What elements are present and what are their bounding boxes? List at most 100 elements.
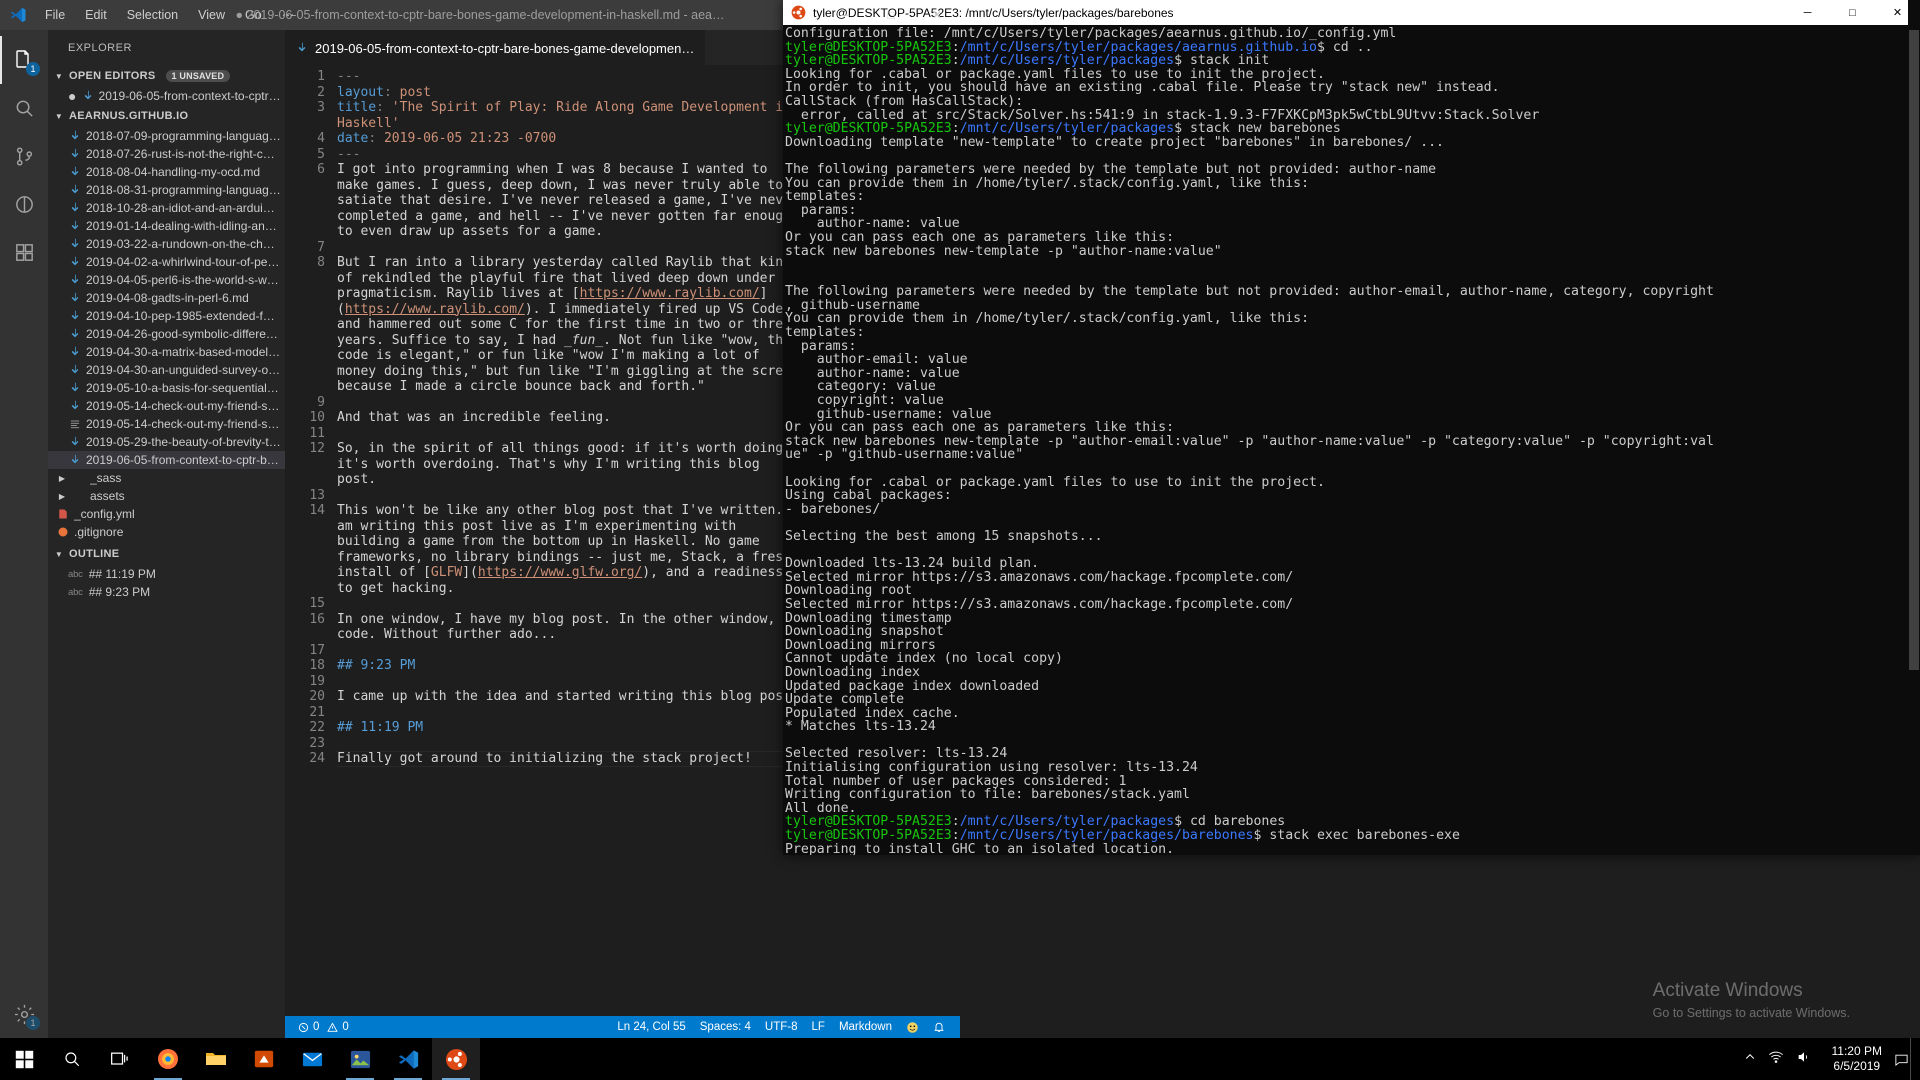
ubuntu-icon[interactable] xyxy=(432,1038,480,1080)
open-editors-header[interactable]: ▼ OPEN EDITORS 1 UNSAVED xyxy=(48,65,285,87)
terminal-line: templates: xyxy=(785,189,865,205)
status-eol[interactable]: LF xyxy=(805,1016,832,1038)
file-tree-row[interactable]: ▶ assets xyxy=(48,487,285,505)
taskbar-clock[interactable]: 11:20 PM 6/5/2019 xyxy=(1822,1038,1892,1080)
open-editor-item[interactable]: ● 2019-06-05-from-context-to-cptr-bare-… xyxy=(48,87,285,105)
file-tree-row[interactable]: 2019-03-22-a-rundown-on-the-charm-typ… xyxy=(48,235,285,253)
activity-explorer-icon[interactable]: 1 xyxy=(0,36,48,84)
folder-header[interactable]: ▼ AEARNUS.GITHUB.IO xyxy=(48,105,285,127)
file-tree-row[interactable]: 2019-05-14-check-out-my-friend-s-blog.md xyxy=(48,397,285,415)
file-tree-row[interactable]: 2019-04-26-good-symbolic-differentiation… xyxy=(48,325,285,343)
windows-start-icon[interactable] xyxy=(0,1038,48,1080)
mail-icon[interactable] xyxy=(288,1038,336,1080)
file-tree-row[interactable]: 2018-10-28-an-idiot-and-an-arduino.md xyxy=(48,199,285,217)
file-tree-row[interactable]: ▶ _sass xyxy=(48,469,285,487)
menu-file[interactable]: File xyxy=(35,0,75,30)
file-tree-row[interactable]: 2019-06-05-from-context-to-cptr-bare-bo… xyxy=(48,451,285,469)
line-number: 10 xyxy=(309,410,325,425)
vscode-minimize-button[interactable]: ─ xyxy=(822,0,868,30)
terminal-window[interactable]: tyler@DESKTOP-5PA52E3: /mnt/c/Users/tyle… xyxy=(783,0,1920,855)
taskbar-search-icon[interactable] xyxy=(48,1038,96,1080)
task-view-icon[interactable] xyxy=(96,1038,144,1080)
status-feedback-smiley-icon[interactable] xyxy=(899,1021,926,1034)
photos-icon[interactable] xyxy=(336,1038,384,1080)
vscode-menu-bar[interactable]: File Edit Selection View Go ⋯ xyxy=(35,0,304,30)
file-tree-row[interactable]: 2018-07-09-programming-language-divers… xyxy=(48,127,285,145)
file-tree-row[interactable]: 2019-04-10-pep-1985-extended-future-be… xyxy=(48,307,285,325)
line-number: 21 xyxy=(309,704,325,720)
menu-edit[interactable]: Edit xyxy=(75,0,117,30)
file-tree-row[interactable]: .gitignore xyxy=(48,523,285,541)
status-cursor-position[interactable]: Ln 24, Col 55 xyxy=(610,1016,692,1038)
status-encoding[interactable]: UTF-8 xyxy=(758,1016,805,1038)
file-tree-label: 2019-04-10-pep-1985-extended-future-be… xyxy=(86,309,281,323)
terminal-line: The following parameters were needed by … xyxy=(785,284,1714,300)
terminal-maximize-button[interactable]: □ xyxy=(1830,0,1875,25)
file-tree-row[interactable]: 2019-05-29-the-beauty-of-brevity-tiny-co… xyxy=(48,433,285,451)
yaml-icon xyxy=(56,507,70,521)
menu-go[interactable]: Go xyxy=(235,0,272,30)
editor-tab-active[interactable]: 2019-06-05-from-context-to-cptr-bare-bon… xyxy=(285,30,705,65)
file-tree-row[interactable]: 2019-04-08-gadts-in-perl-6.md xyxy=(48,289,285,307)
vscode-close-button[interactable]: ✕ xyxy=(914,0,960,30)
outline-row[interactable]: abc ## 9:23 PM xyxy=(48,583,285,601)
firefox-icon[interactable] xyxy=(144,1038,192,1080)
activity-source-control-icon[interactable] xyxy=(0,132,48,180)
file-tree-row[interactable]: 2019-04-05-perl6-is-the-world-s-worst-ml… xyxy=(48,271,285,289)
terminal-line: Looking for .cabal or package.yaml files… xyxy=(785,66,1325,82)
terminal-scrollbar-thumb[interactable] xyxy=(1909,30,1919,670)
terminal-line: Downloaded lts-13.24 build plan. xyxy=(785,556,1040,572)
file-tree-row[interactable]: 2019-04-02-a-whirlwind-tour-of-perl6-s-b… xyxy=(48,253,285,271)
unsaved-badge: 1 UNSAVED xyxy=(165,70,231,82)
show-hidden-icons-chevron-up-icon[interactable] xyxy=(1744,1050,1756,1068)
terminal-output[interactable]: Configuration file: /mnt/c/Users/tyler/p… xyxy=(783,25,1920,855)
file-tree-row[interactable]: _config.yml xyxy=(48,505,285,523)
status-notifications-bell-icon[interactable] xyxy=(926,1021,952,1033)
terminal-minimize-button[interactable]: ─ xyxy=(1785,0,1830,25)
outline-row[interactable]: abc ## 11:19 PM xyxy=(48,565,285,583)
terminal-line: Downloading timestamp xyxy=(785,610,952,626)
vscode-icon[interactable] xyxy=(384,1038,432,1080)
vscode-window-controls[interactable]: ─ □ ✕ xyxy=(822,0,960,30)
activity-debug-icon[interactable] xyxy=(0,180,48,228)
status-problems[interactable]: 0 0 xyxy=(291,1016,356,1038)
explorer-title: EXPLORER xyxy=(68,41,132,54)
line-number: 3 xyxy=(317,100,325,115)
microsoft-store-icon[interactable] xyxy=(240,1038,288,1080)
open-editors-label: OPEN EDITORS xyxy=(69,70,156,82)
volume-icon[interactable] xyxy=(1796,1049,1812,1070)
status-language-mode[interactable]: Markdown xyxy=(832,1016,899,1038)
outline-header[interactable]: ▼ OUTLINE xyxy=(48,543,285,565)
activity-extensions-icon[interactable] xyxy=(0,228,48,276)
terminal-line: Writing configuration to file: barebones… xyxy=(785,787,1190,803)
activity-search-icon[interactable] xyxy=(0,84,48,132)
file-explorer-icon[interactable] xyxy=(192,1038,240,1080)
terminal-line: author-name: value xyxy=(785,216,960,232)
markdown-icon xyxy=(81,89,95,103)
file-tree-row[interactable]: 2019-05-14-check-out-my-friend-s-blog.md xyxy=(48,415,285,433)
file-tree-row[interactable]: 2019-04-30-a-matrix-based-model-of-soft… xyxy=(48,343,285,361)
status-indentation[interactable]: Spaces: 4 xyxy=(693,1016,758,1038)
terminal-scrollbar[interactable] xyxy=(1908,0,1920,855)
markdown-icon xyxy=(68,291,82,305)
show-desktop-button[interactable] xyxy=(1910,1038,1918,1080)
file-tree-row[interactable]: 2019-01-14-dealing-with-idling-anxiety.m… xyxy=(48,217,285,235)
network-icon[interactable] xyxy=(1768,1049,1784,1070)
action-center-icon[interactable] xyxy=(1892,1038,1910,1080)
file-tree-row[interactable]: 2018-07-26-rust-is-not-the-right-choice.… xyxy=(48,145,285,163)
file-tree-row[interactable]: 2019-05-10-a-basis-for-sequential-execut… xyxy=(48,379,285,397)
file-tree-row[interactable]: 2019-04-30-an-unguided-survey-of-anony… xyxy=(48,361,285,379)
file-tree-row[interactable]: 2018-08-04-handling-my-ocd.md xyxy=(48,163,285,181)
activity-settings-gear-icon[interactable]: 1 xyxy=(0,990,48,1038)
markdown-icon xyxy=(68,183,82,197)
terminal-line: , github-username xyxy=(785,297,920,313)
file-tree-row[interactable]: 2018-08-31-programming-language-theor… xyxy=(48,181,285,199)
outline-label: ## 9:23 PM xyxy=(88,585,151,599)
terminal-window-controls[interactable]: ─ □ ✕ xyxy=(1785,0,1920,25)
line-number: 19 xyxy=(309,673,325,689)
menu-view[interactable]: View xyxy=(188,0,235,30)
menu-more[interactable]: ⋯ xyxy=(272,0,305,30)
vscode-maximize-button[interactable]: □ xyxy=(868,0,914,30)
menu-selection[interactable]: Selection xyxy=(117,0,188,30)
